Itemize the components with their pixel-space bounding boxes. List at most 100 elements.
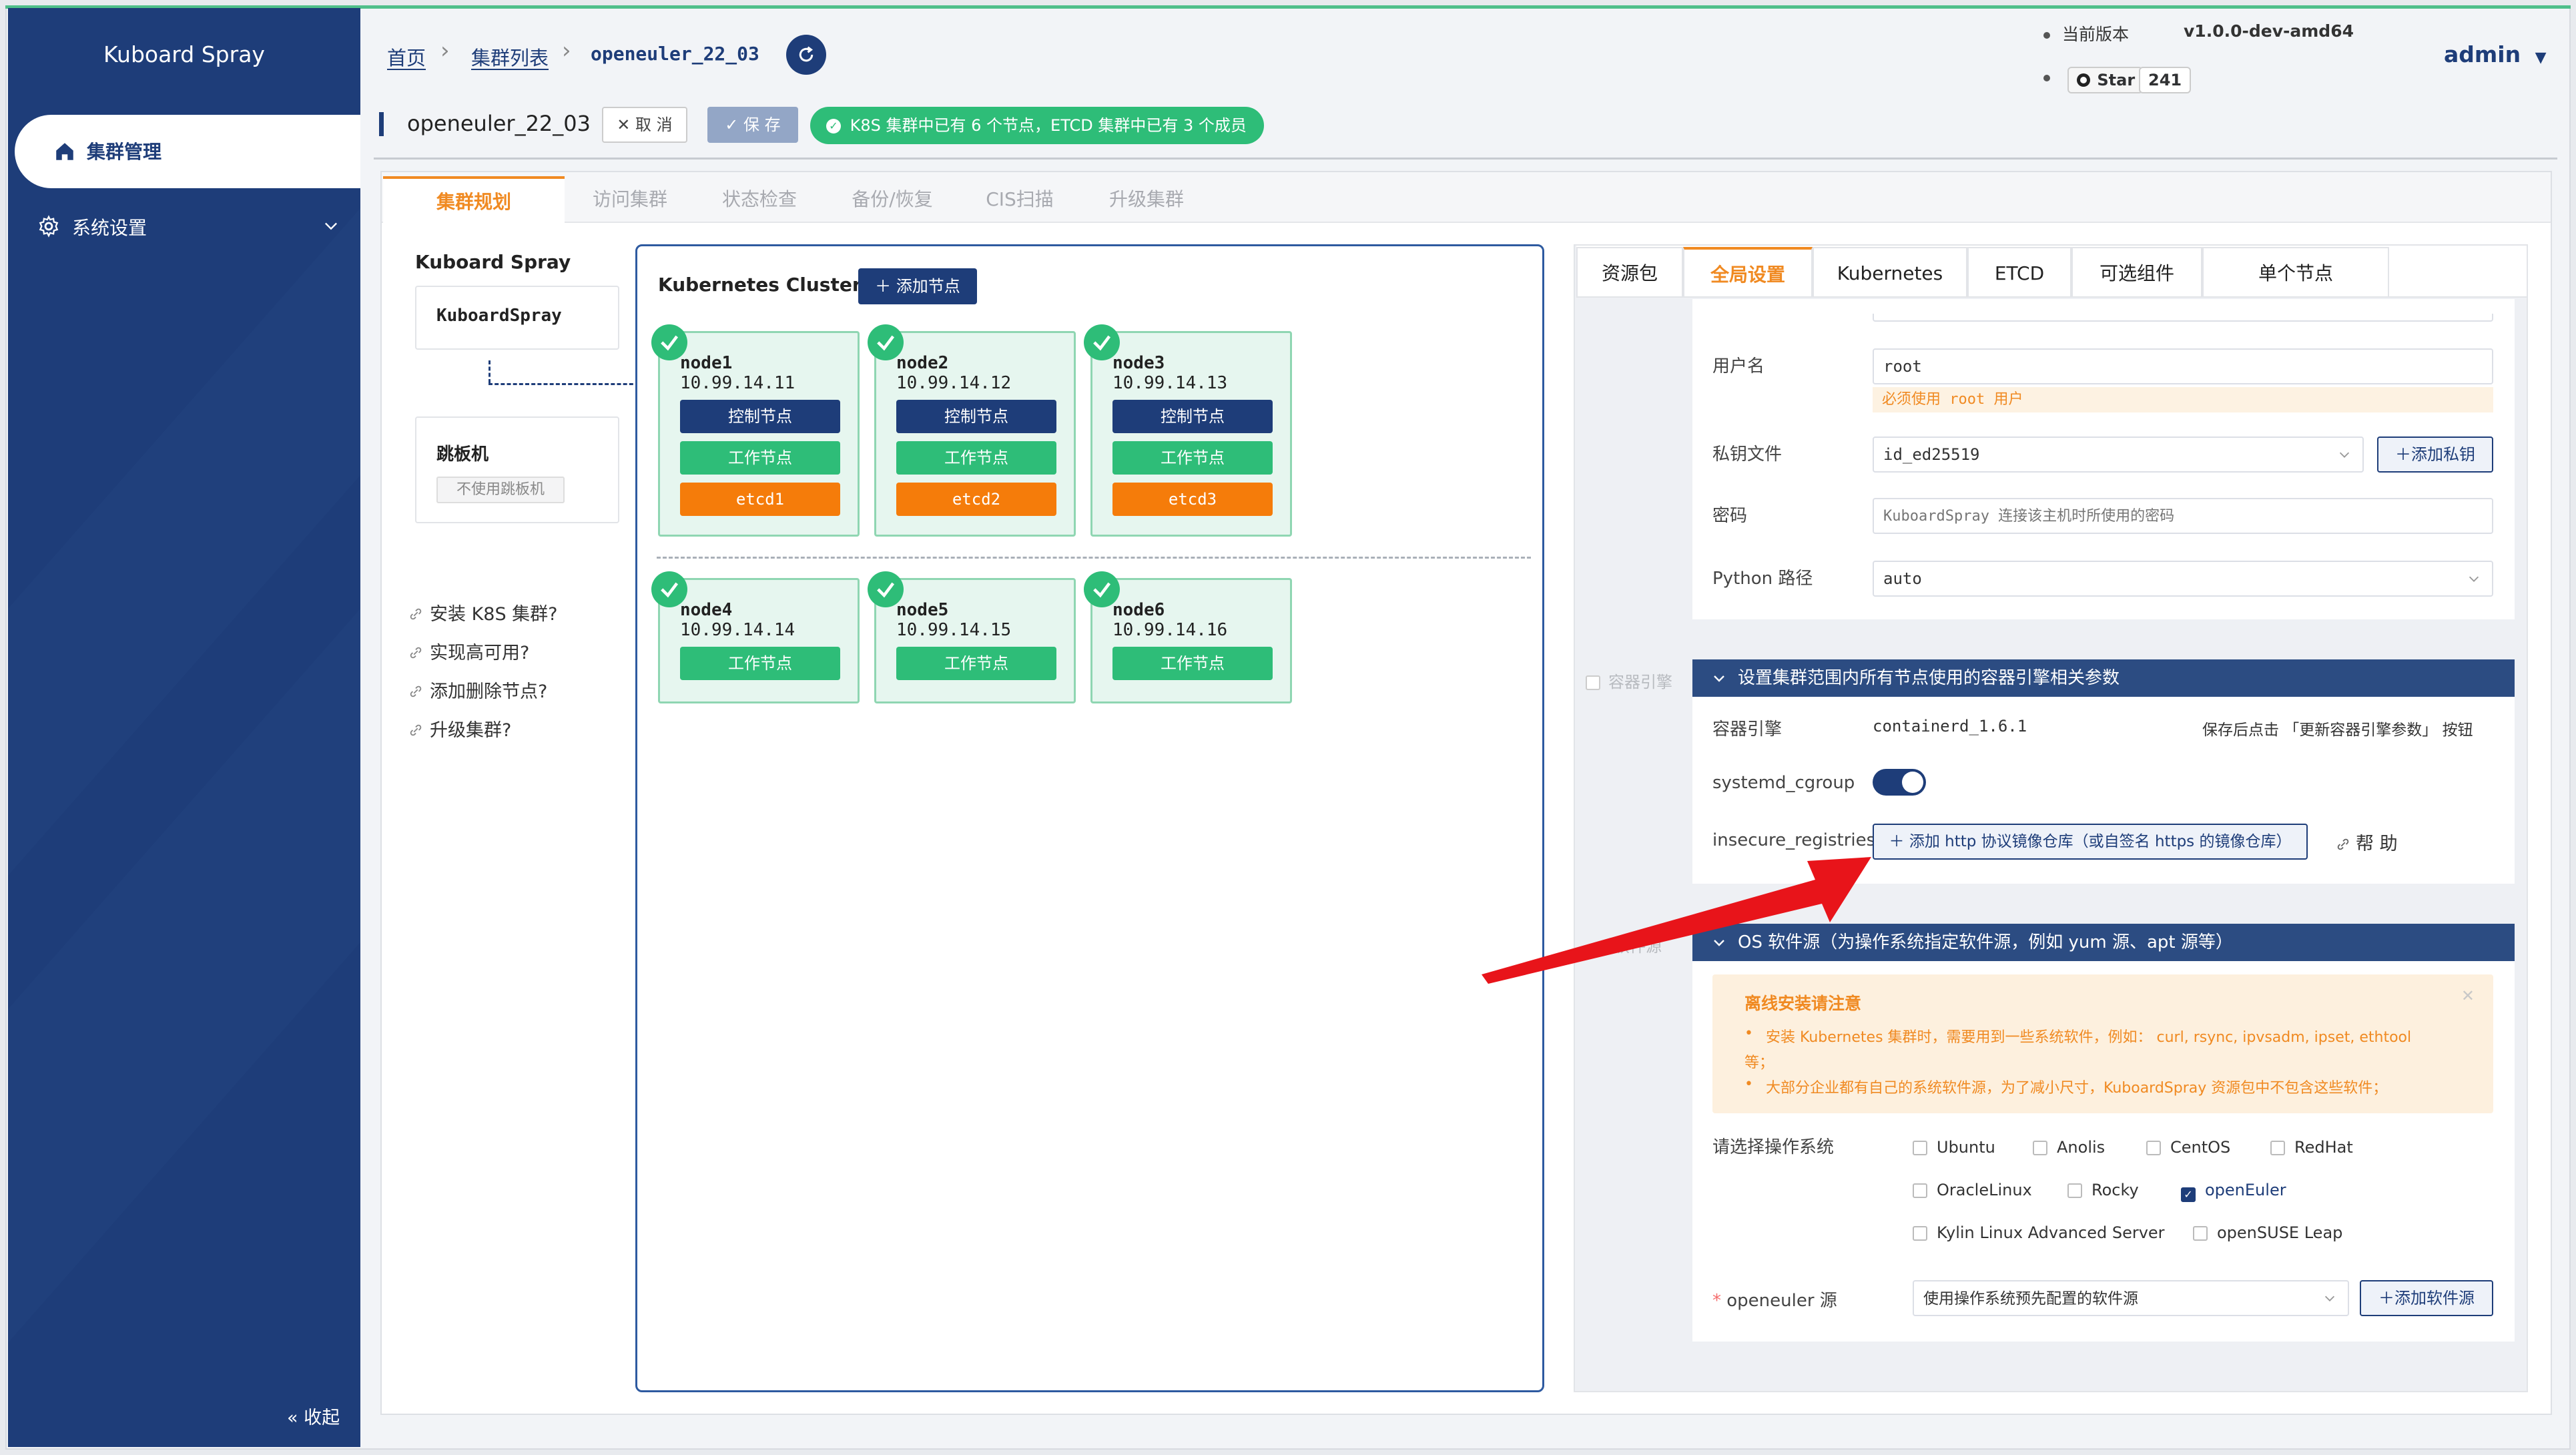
- os-option-label: CentOS: [2170, 1138, 2231, 1157]
- role-worker-badge: 工作节点: [1112, 441, 1273, 475]
- tab-upgrade-cluster[interactable]: 升级集群: [1088, 176, 1205, 223]
- chevron-down-icon: [2339, 452, 2350, 458]
- os-option-centos[interactable]: CentOS: [2146, 1137, 2230, 1157]
- sidebar-item-cluster-management[interactable]: 集群管理: [15, 115, 360, 188]
- previous-field-edge: [1873, 314, 2493, 322]
- source-value: 使用操作系统预先配置的软件源: [1923, 1289, 2138, 1307]
- tab-access-cluster[interactable]: 访问集群: [571, 176, 689, 223]
- add-private-key-button[interactable]: ＋添加私钥: [2377, 437, 2493, 473]
- tab-backup-restore[interactable]: 备份/恢复: [830, 176, 954, 223]
- link-icon: [410, 685, 422, 697]
- os-option-openeuler[interactable]: ✓ openEuler: [2181, 1180, 2286, 1202]
- tab-status-check[interactable]: 状态检查: [701, 176, 818, 223]
- openeuler-source-select[interactable]: 使用操作系统预先配置的软件源: [1913, 1280, 2349, 1316]
- help-link-add-remove-node[interactable]: 添加删除节点?: [408, 677, 547, 703]
- close-icon[interactable]: ✕: [2461, 986, 2475, 1005]
- node-card-node1[interactable]: node1 10.99.14.11 控制节点 工作节点 etcd1: [658, 331, 860, 537]
- systemd-cgroup-label: systemd_cgroup: [1712, 773, 1855, 793]
- openeuler-source-label: * openeuler 源: [1712, 1287, 1837, 1312]
- github-star-button[interactable]: Star: [2067, 67, 2144, 93]
- os-option-opensuse[interactable]: openSUSE Leap: [2193, 1223, 2342, 1243]
- refresh-button[interactable]: [786, 35, 826, 75]
- role-control-badge: 控制节点: [896, 400, 1056, 433]
- node-ip: 10.99.14.15: [896, 620, 1012, 640]
- help-link-ha[interactable]: 实现高可用?: [408, 638, 529, 664]
- username-warning: 必须使用 root 用户: [1873, 387, 2493, 412]
- add-registry-button[interactable]: ＋ 添加 http 协议镜像仓库（或自签名 https 的镜像仓库）: [1873, 824, 2308, 860]
- alert-bullet: •: [1744, 1076, 1753, 1093]
- os-option-anolis[interactable]: Anolis: [2033, 1137, 2105, 1157]
- os-option-kylin[interactable]: Kylin Linux Advanced Server: [1913, 1223, 2165, 1243]
- add-source-label: 添加软件源: [2394, 1289, 2475, 1307]
- node-card-node4[interactable]: node4 10.99.14.14 工作节点: [658, 578, 860, 703]
- chevron-down-icon: [1714, 675, 1724, 682]
- add-software-source-button[interactable]: ＋添加软件源: [2360, 1280, 2493, 1316]
- alert-item-1-cont: 等；: [1744, 1055, 1775, 1071]
- node-card-node2[interactable]: node2 10.99.14.12 控制节点 工作节点 etcd2: [874, 331, 1076, 537]
- breadcrumb-home[interactable]: 首页: [387, 43, 426, 71]
- os-option-redhat[interactable]: RedHat: [2270, 1137, 2353, 1157]
- bullet-dot: [2043, 75, 2050, 81]
- help-link-text: 升级集群?: [430, 720, 512, 741]
- tab-cluster-plan[interactable]: 集群规划: [383, 176, 565, 223]
- node-card-node6[interactable]: node6 10.99.14.16 工作节点: [1090, 578, 1292, 703]
- add-key-label: 添加私钥: [2411, 445, 2475, 464]
- node-group-separator: [657, 557, 1531, 559]
- bastion-box[interactable]: 跳板机 不使用跳板机: [415, 416, 619, 523]
- kuboard-spray-heading: Kuboard Spray: [415, 251, 571, 273]
- private-key-select[interactable]: id_ed25519: [1873, 437, 2364, 473]
- add-node-button[interactable]: ＋ 添加节点: [858, 268, 977, 304]
- tab-global-settings[interactable]: 全局设置: [1683, 247, 1813, 298]
- tab-single-node[interactable]: 单个节点: [2202, 247, 2389, 298]
- role-worker-badge: 工作节点: [1112, 647, 1273, 680]
- star-label: Star: [2097, 71, 2136, 89]
- kuboard-spray-box[interactable]: KuboardSpray: [415, 286, 619, 350]
- bastion-tag: 不使用跳板机: [436, 477, 565, 503]
- container-engine-section-header[interactable]: 设置集群范围内所有节点使用的容器引擎相关参数: [1692, 659, 2515, 697]
- role-etcd-badge: etcd2: [896, 483, 1056, 516]
- sidebar-collapse-button[interactable]: « 收起: [287, 1403, 340, 1429]
- link-icon: [410, 724, 422, 736]
- breadcrumb-cluster-list[interactable]: 集群列表: [471, 43, 549, 71]
- help-link-install[interactable]: 安装 K8S 集群?: [408, 599, 558, 625]
- python-path-select[interactable]: auto: [1873, 561, 2493, 597]
- systemd-cgroup-toggle[interactable]: [1873, 769, 1926, 796]
- os-option-ubuntu[interactable]: Ubuntu: [1913, 1137, 1995, 1157]
- sidebar-item-system-settings[interactable]: 系统设置: [37, 212, 344, 242]
- password-label: 密码: [1712, 506, 1748, 526]
- caret-down-icon: ▼: [2535, 49, 2547, 66]
- tab-resource-package[interactable]: 资源包: [1576, 247, 1683, 298]
- cluster-status-badge: ✓ K8S 集群中已有 6 个节点，ETCD 集群中已有 3 个成员: [810, 107, 1264, 144]
- node-name: node5: [896, 600, 949, 620]
- node-check-icon: [651, 571, 687, 607]
- registry-help-link[interactable]: 帮 助: [2336, 829, 2398, 855]
- save-button[interactable]: ✓ 保 存: [707, 107, 798, 143]
- user-menu[interactable]: admin ▼: [2444, 41, 2547, 67]
- refresh-icon: [799, 46, 814, 62]
- alert-item-1: 安装 Kubernetes 集群时，需要用到一些系统软件，例如： curl, r…: [1766, 1029, 2412, 1046]
- breadcrumb-separator: ›: [562, 37, 571, 64]
- password-input[interactable]: [1873, 498, 2493, 534]
- alert-bullet: •: [1744, 1025, 1753, 1042]
- link-icon: [2337, 838, 2349, 850]
- cancel-label: 取 消: [635, 115, 673, 134]
- os-select-label: 请选择操作系统: [1712, 1137, 1835, 1157]
- os-option-rocky[interactable]: Rocky: [2067, 1180, 2139, 1200]
- node-name: node3: [1112, 353, 1165, 373]
- os-option-oraclelinux[interactable]: OracleLinux: [1913, 1180, 2032, 1200]
- node-card-node5[interactable]: node5 10.99.14.15 工作节点: [874, 578, 1076, 703]
- node-check-icon: [1084, 571, 1120, 607]
- plus-icon: ＋: [2378, 1289, 2394, 1307]
- tab-etcd[interactable]: ETCD: [1967, 247, 2071, 298]
- role-worker-badge: 工作节点: [896, 647, 1056, 680]
- help-label: 帮 助: [2356, 834, 2398, 854]
- node-ip: 10.99.14.12: [896, 373, 1012, 393]
- tab-kubernetes[interactable]: Kubernetes: [1813, 247, 1967, 298]
- help-link-upgrade[interactable]: 升级集群?: [408, 715, 511, 742]
- breadcrumb-separator: ›: [440, 37, 450, 64]
- tab-optional-components[interactable]: 可选组件: [2071, 247, 2202, 298]
- tab-cis-scan[interactable]: CIS扫描: [961, 176, 1078, 223]
- node-card-node3[interactable]: node3 10.99.14.13 控制节点 工作节点 etcd3: [1090, 331, 1292, 537]
- username-input[interactable]: root: [1873, 348, 2493, 384]
- cancel-button[interactable]: ✕ 取 消: [602, 107, 687, 143]
